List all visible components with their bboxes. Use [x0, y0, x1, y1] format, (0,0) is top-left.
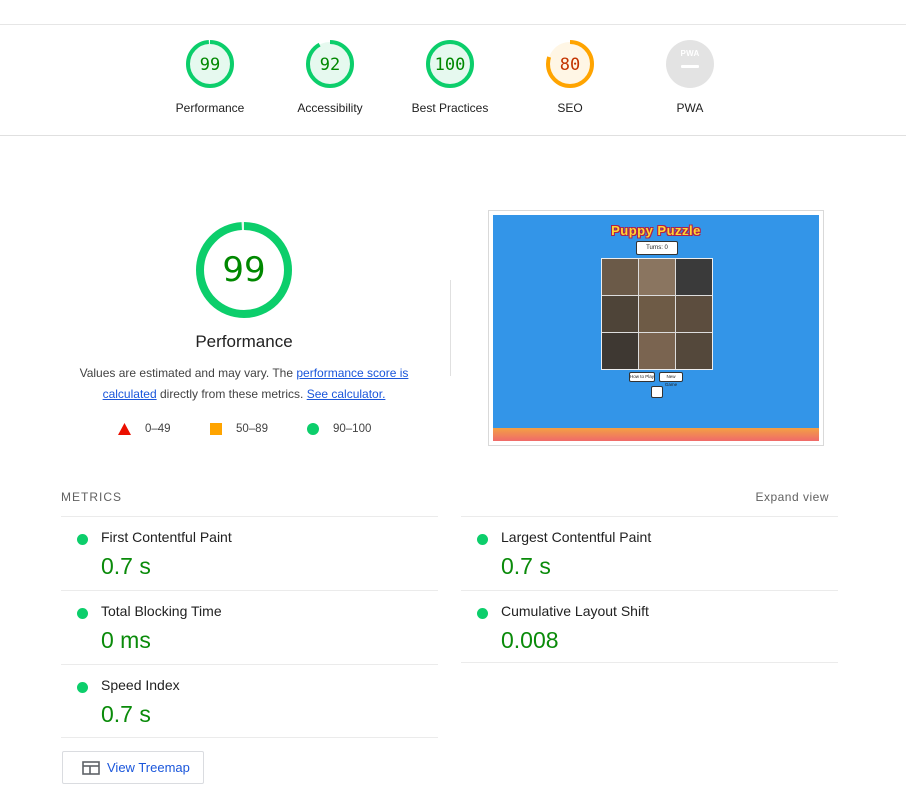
- metric-label: Total Blocking Time: [101, 603, 222, 619]
- screenshot-page: Puppy Puzzle Turns: 0 How to Play New Ga…: [493, 215, 819, 441]
- metric-first-contentful-paint: First Contentful Paint 0.7 s: [61, 516, 438, 590]
- performance-score: 99: [200, 55, 220, 75]
- pass-circle-icon: [307, 423, 319, 435]
- best-practices-label: Best Practices: [411, 101, 489, 115]
- view-treemap-button[interactable]: View Treemap: [62, 751, 204, 784]
- screenshot-sound-icon: [651, 386, 663, 398]
- accessibility-label: Accessibility: [297, 101, 363, 115]
- metric-speed-index: Speed Index 0.7 s: [61, 664, 438, 738]
- vertical-divider: [450, 280, 451, 376]
- pwa-label: PWA: [676, 101, 704, 115]
- screenshot-turns: Turns: 0: [636, 241, 678, 255]
- seo-score: 80: [560, 55, 580, 75]
- desc-text-middle: directly from these metrics.: [156, 387, 307, 401]
- metric-value: 0.008: [501, 627, 559, 653]
- category-gauges-bar: 99 Performance 92 Accessibility 100 Best…: [0, 25, 906, 136]
- gauge-pwa[interactable]: PWA PWA: [630, 39, 750, 115]
- metric-value: 0.7 s: [101, 553, 151, 579]
- fail-triangle-icon: [118, 423, 131, 435]
- performance-description: Values are estimated and may vary. The p…: [68, 363, 420, 405]
- pass-circle-icon: [77, 608, 88, 619]
- puzzle-tile: [602, 259, 638, 295]
- pass-circle-icon: [477, 534, 488, 545]
- puzzle-tile: [639, 259, 675, 295]
- pass-circle-icon: [77, 682, 88, 693]
- puzzle-tile: [602, 296, 638, 332]
- seo-label: SEO: [557, 101, 583, 115]
- screenshot-app-title: Puppy Puzzle: [611, 223, 701, 238]
- treemap-icon: [82, 761, 100, 775]
- puzzle-tile: [676, 259, 712, 295]
- metric-label: Cumulative Layout Shift: [501, 603, 649, 619]
- screenshot-new-game-button: New Game: [659, 372, 683, 387]
- metric-total-blocking-time: Total Blocking Time 0 ms: [61, 590, 438, 664]
- metric-value: 0 ms: [101, 627, 151, 653]
- pass-circle-icon: [77, 534, 88, 545]
- performance-big-gauge: 99: [196, 222, 292, 318]
- gauge-best-practices[interactable]: 100 Best Practices: [390, 39, 510, 115]
- gauge-accessibility[interactable]: 92 Accessibility: [270, 39, 390, 115]
- metrics-header: METRICS: [61, 490, 122, 504]
- performance-label: Performance: [175, 101, 245, 115]
- puzzle-tile: [639, 333, 675, 369]
- pass-circle-icon: [477, 608, 488, 619]
- best-practices-gauge-ring: 100: [426, 40, 474, 88]
- average-square-icon: [210, 423, 222, 435]
- puzzle-tile: [602, 333, 638, 369]
- pwa-dash-icon: [681, 65, 699, 68]
- expand-view-toggle[interactable]: Expand view: [755, 490, 829, 504]
- see-calculator-link[interactable]: See calculator.: [307, 387, 386, 401]
- pwa-badge-text: PWA: [680, 49, 700, 58]
- legend-fail: 0–49: [118, 423, 171, 435]
- screenshot-how-to-play-button: How to Play: [629, 372, 655, 382]
- performance-gauge-ring: 99: [186, 40, 234, 88]
- metric-value: 0.7 s: [101, 701, 151, 727]
- screenshot-puzzle-grid: [601, 258, 713, 370]
- accessibility-gauge-ring: 92: [306, 40, 354, 88]
- metric-cumulative-layout-shift: Cumulative Layout Shift 0.008: [461, 590, 838, 664]
- metric-largest-contentful-paint: Largest Contentful Paint 0.7 s: [461, 516, 838, 590]
- metric-label: First Contentful Paint: [101, 529, 232, 545]
- legend-pass-range: 90–100: [333, 423, 372, 435]
- legend-average-range: 50–89: [236, 423, 268, 435]
- gauge-performance[interactable]: 99 Performance: [150, 39, 270, 115]
- seo-gauge-ring: 80: [546, 40, 594, 88]
- legend-pass: 90–100: [307, 423, 371, 435]
- metric-label: Largest Contentful Paint: [501, 529, 652, 545]
- metric-value: 0.7 s: [501, 553, 551, 579]
- metrics-divider: [461, 662, 838, 663]
- view-treemap-label: View Treemap: [107, 760, 190, 775]
- performance-big-score: 99: [222, 250, 265, 290]
- metric-label: Speed Index: [101, 677, 180, 693]
- screenshot-footer: [493, 428, 819, 441]
- puzzle-tile: [639, 296, 675, 332]
- final-screenshot[interactable]: Puppy Puzzle Turns: 0 How to Play New Ga…: [488, 210, 824, 446]
- performance-title: Performance: [195, 332, 293, 351]
- best-practices-score: 100: [435, 55, 466, 75]
- gauge-seo[interactable]: 80 SEO: [510, 39, 630, 115]
- legend-average: 50–89: [210, 423, 268, 435]
- metrics-divider: [61, 737, 438, 738]
- desc-text-prefix: Values are estimated and may vary. The: [79, 366, 297, 380]
- puzzle-tile: [676, 333, 712, 369]
- legend-fail-range: 0–49: [145, 423, 171, 435]
- accessibility-score: 92: [320, 55, 340, 75]
- puzzle-tile: [676, 296, 712, 332]
- pwa-badge-icon: PWA: [666, 40, 714, 88]
